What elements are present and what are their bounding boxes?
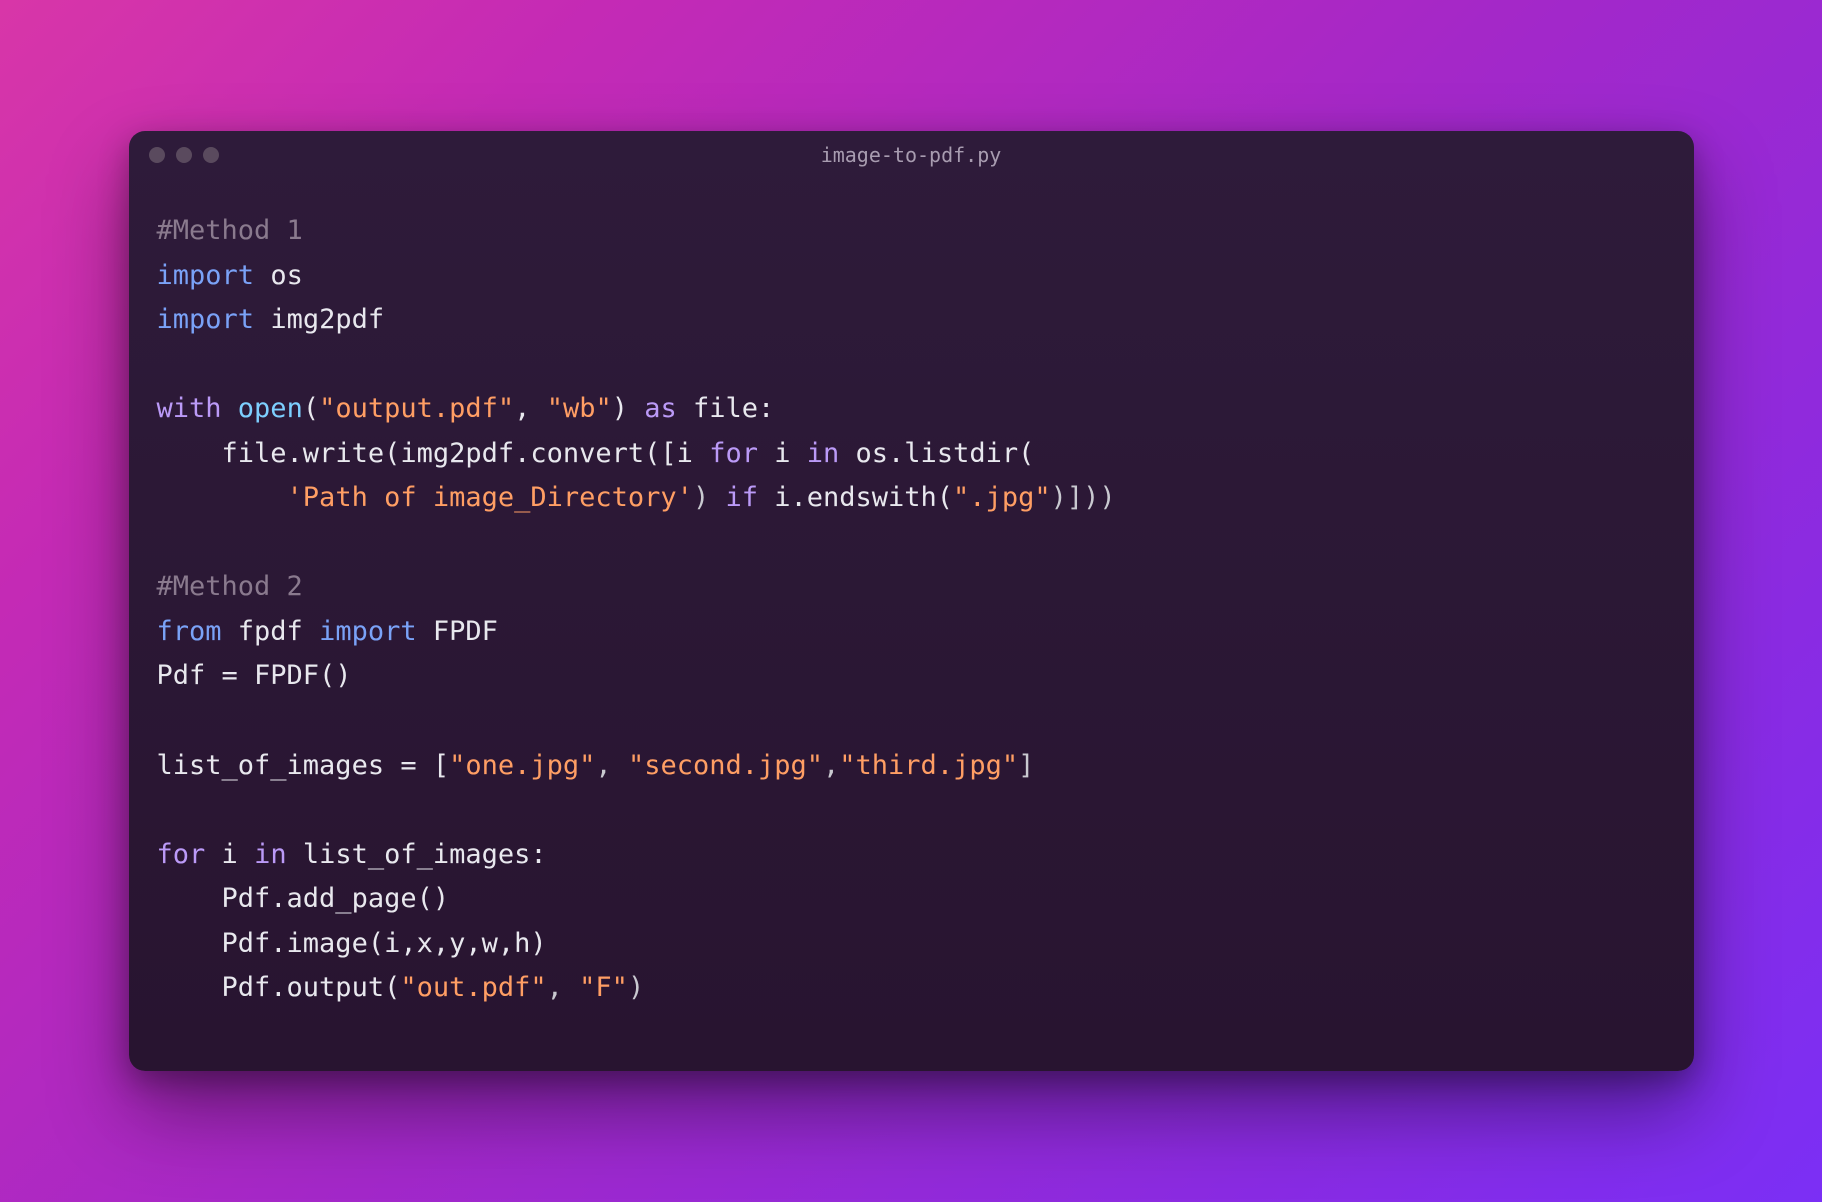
code-punct: , xyxy=(595,750,628,781)
code-module: img2pdf xyxy=(270,304,384,335)
close-icon[interactable] xyxy=(149,147,165,163)
code-text: i xyxy=(205,839,254,870)
code-punct: ) xyxy=(693,482,726,513)
code-string: "second.jpg" xyxy=(628,750,823,781)
code-text: Pdf.image(i,x,y,w,h) xyxy=(157,928,547,959)
code-string: 'Path of image_Directory' xyxy=(287,482,693,513)
code-text: Pdf.output( xyxy=(157,972,401,1003)
code-punct: , xyxy=(823,750,839,781)
code-text: Pdf = FPDF() xyxy=(157,660,352,691)
code-keyword: import xyxy=(157,260,255,291)
code-keyword: if xyxy=(725,482,758,513)
code-text: os.listdir( xyxy=(839,438,1034,469)
code-string: "one.jpg" xyxy=(449,750,595,781)
code-module: os xyxy=(270,260,303,291)
code-string: "third.jpg" xyxy=(839,750,1018,781)
code-string: ".jpg" xyxy=(953,482,1051,513)
editor-window: image-to-pdf.py #Method 1 import os impo… xyxy=(129,131,1694,1071)
code-text: i xyxy=(758,438,807,469)
code-keyword: for xyxy=(157,839,206,870)
code-string: "output.pdf" xyxy=(319,393,514,424)
titlebar: image-to-pdf.py xyxy=(129,131,1694,179)
code-keyword: import xyxy=(319,616,417,647)
code-keyword: with xyxy=(157,393,222,424)
code-text: i.endswith( xyxy=(758,482,953,513)
code-punct: )])) xyxy=(1051,482,1116,513)
code-comment: #Method 1 xyxy=(157,215,303,246)
code-punct: , xyxy=(547,972,580,1003)
code-keyword: in xyxy=(807,438,840,469)
code-text: FPDF xyxy=(417,616,498,647)
minimize-icon[interactable] xyxy=(176,147,192,163)
code-text: Pdf.add_page() xyxy=(157,883,450,914)
code-text: list_of_images = [ xyxy=(157,750,450,781)
code-keyword: import xyxy=(157,304,255,335)
code-text: list_of_images: xyxy=(287,839,547,870)
code-id: file: xyxy=(693,393,774,424)
code-keyword: as xyxy=(644,393,677,424)
code-func: open xyxy=(238,393,303,424)
code-punct: ] xyxy=(1018,750,1034,781)
traffic-lights xyxy=(149,147,219,163)
code-editor[interactable]: #Method 1 import os import img2pdf with … xyxy=(129,179,1694,1071)
code-string: "F" xyxy=(579,972,628,1003)
code-text: fpdf xyxy=(222,616,320,647)
code-keyword: for xyxy=(709,438,758,469)
code-string: "wb" xyxy=(547,393,612,424)
maximize-icon[interactable] xyxy=(203,147,219,163)
code-keyword: in xyxy=(254,839,287,870)
code-keyword: from xyxy=(157,616,222,647)
code-comment: #Method 2 xyxy=(157,571,303,602)
code-string: "out.pdf" xyxy=(400,972,546,1003)
code-text: file.write(img2pdf.convert([i xyxy=(222,438,710,469)
code-punct: ) xyxy=(628,972,644,1003)
window-title: image-to-pdf.py xyxy=(821,143,1002,167)
